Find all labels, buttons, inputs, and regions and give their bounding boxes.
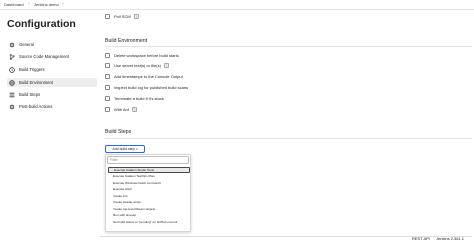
sidebar-item-label: Source Code Management [19, 54, 70, 59]
sidebar-item-build-steps[interactable]: Build Steps [7, 90, 97, 99]
menu-item-execute-windows-batch-command[interactable]: Execute Windows batch command [108, 180, 190, 186]
sidebar-item-source-code-management[interactable]: Source Code Management [7, 52, 97, 61]
build-scans-checkbox[interactable] [105, 85, 110, 90]
sidebar-item-post-build-actions[interactable]: Post-build Actions [7, 102, 97, 111]
page-title: Configuration [7, 18, 76, 30]
menu-item-execute-shell[interactable]: Execute shell [108, 187, 190, 193]
sidebar-item-general[interactable]: General [7, 40, 97, 49]
add-build-step-label: Add build step [112, 147, 135, 151]
clock-icon [9, 66, 15, 73]
breadcrumb-dashboard[interactable]: Dashboard [4, 2, 24, 7]
globe-icon [9, 79, 15, 86]
with-ant-label: With Ant [114, 107, 129, 112]
section-divider [105, 46, 472, 47]
help-icon[interactable]: ? [163, 63, 169, 68]
timestamps-label: Add timestamps to the Console Output [114, 74, 183, 79]
sidebar-item-label: Build Triggers [19, 67, 45, 72]
add-build-step-button[interactable]: Add build step ▾ [105, 145, 145, 153]
delete-workspace-checkbox[interactable] [105, 53, 110, 58]
menu-item-invoke-gradle-script[interactable]: Invoke Gradle script [108, 200, 190, 206]
build-environment-title: Build Environment [105, 38, 148, 44]
build-steps-title: Build Steps [105, 129, 132, 135]
menu-item-invoke-maven-targets[interactable]: Invoke top-level Maven targets [108, 206, 190, 212]
chevron-down-icon: ▾ [136, 147, 138, 151]
terminate-stuck-checkbox[interactable] [105, 96, 110, 101]
terminate-stuck-option[interactable]: Terminate a build if it's stuck [105, 95, 164, 102]
timestamps-checkbox[interactable] [105, 74, 110, 79]
terminate-stuck-label: Terminate a build if it's stuck [114, 96, 164, 101]
menu-item-execute-katalon-testops-plan[interactable]: Execute Katalon TestOps Plan [108, 174, 190, 180]
menu-item-execute-katalon-studio-tests[interactable]: Execute Katalon Studio Tests [108, 167, 190, 173]
menu-item-set-github-status[interactable]: Set build status to "pending" on GitHub … [108, 219, 190, 225]
menu-item-invoke-ant[interactable]: Invoke Ant [108, 193, 190, 199]
delete-workspace-label: Delete workspace before build starts [114, 53, 179, 58]
sidebar-item-label: General [19, 42, 34, 47]
build-scans-option[interactable]: Inspect build log for published build sc… [105, 84, 188, 91]
gear-icon [9, 42, 15, 48]
gear-icon [9, 104, 15, 110]
section-divider [105, 138, 472, 139]
poll-scm-label: Poll SCM [114, 14, 131, 19]
secret-text-checkbox[interactable] [105, 63, 110, 68]
sidebar-item-build-environment[interactable]: Build Environment [7, 78, 97, 87]
code-branch-icon [9, 53, 15, 60]
menu-item-run-with-timeout[interactable]: Run with timeout [108, 213, 190, 219]
jenkins-version-link[interactable]: Jenkins 2.361.1 [436, 236, 464, 241]
poll-scm-option[interactable]: Poll SCM ? [105, 13, 139, 20]
with-ant-option[interactable]: With Ant ? [105, 106, 137, 113]
sidebar-item-build-triggers[interactable]: Build Triggers [7, 65, 97, 74]
sidebar-item-label: Build Environment [19, 80, 53, 85]
delete-workspace-option[interactable]: Delete workspace before build starts [105, 52, 179, 59]
build-step-dropdown: Execute Katalon Studio Tests Execute Kat… [105, 154, 191, 232]
filter-input[interactable] [107, 156, 189, 164]
poll-scm-checkbox[interactable] [105, 14, 110, 19]
build-scans-label: Inspect build log for published build sc… [114, 85, 189, 90]
breadcrumb-separator: › [28, 1, 30, 7]
secret-text-option[interactable]: Use secret text(s) or file(s) ? [105, 62, 169, 69]
timestamps-option[interactable]: Add timestamps to the Console Output [105, 73, 183, 80]
breadcrumb: Dashboard › Jenkins demo › [0, 0, 474, 10]
breadcrumb-job[interactable]: Jenkins demo [34, 2, 59, 7]
help-icon[interactable]: ? [133, 14, 139, 19]
sidebar-item-label: Build Steps [19, 92, 41, 97]
rest-api-link[interactable]: REST API [412, 236, 430, 241]
list-icon [9, 92, 15, 98]
breadcrumb-separator: › [62, 1, 64, 7]
help-icon[interactable]: ? [131, 107, 137, 112]
secret-text-label: Use secret text(s) or file(s) [114, 63, 161, 68]
sidebar-item-label: Post-build Actions [19, 104, 53, 109]
with-ant-checkbox[interactable] [105, 107, 110, 112]
